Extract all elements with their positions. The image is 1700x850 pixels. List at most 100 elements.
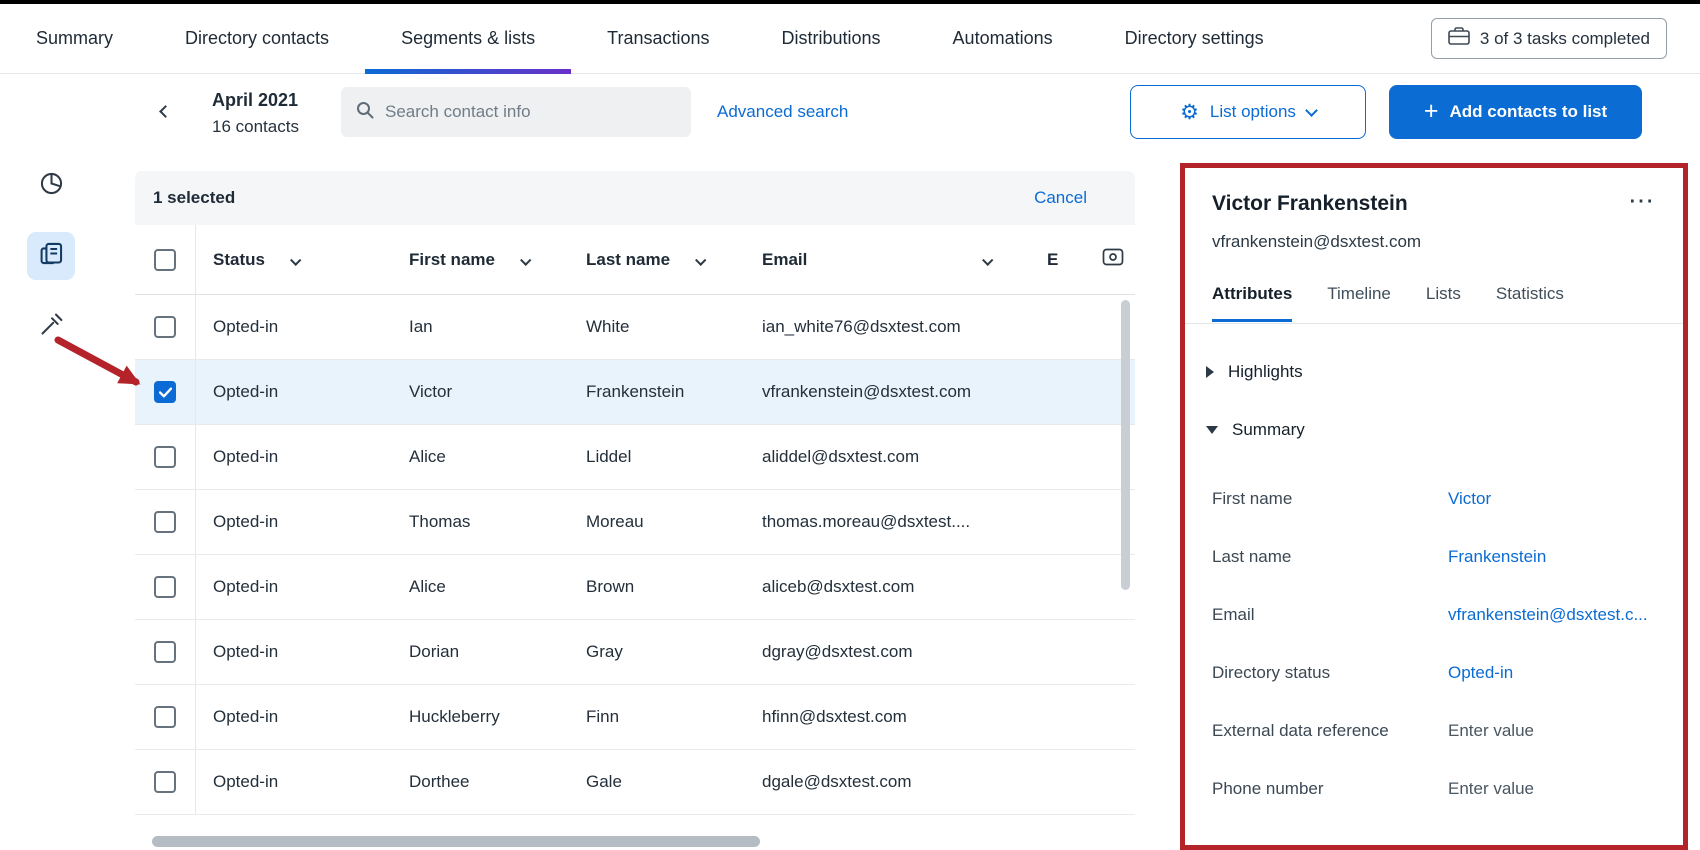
- tab-attributes[interactable]: Attributes: [1212, 284, 1292, 322]
- list-options-button[interactable]: ⚙ List options: [1130, 85, 1366, 139]
- table-row[interactable]: Opted-in Alice Brown aliceb@dsxtest.com: [135, 555, 1135, 620]
- table-row[interactable]: Opted-in Huckleberry Finn hfinn@dsxtest.…: [135, 685, 1135, 750]
- chevron-down-icon: [696, 250, 704, 270]
- row-checkbox[interactable]: [154, 576, 176, 598]
- table-row[interactable]: Opted-in Ian White ian_white76@dsxtest.c…: [135, 295, 1135, 360]
- ellipsis-menu-icon[interactable]: ⋯: [1628, 190, 1656, 210]
- column-label: Last name: [586, 250, 670, 270]
- field-value-placeholder[interactable]: Enter value: [1448, 779, 1534, 799]
- row-checkbox[interactable]: [154, 641, 176, 663]
- table-row[interactable]: Opted-in Dorthee Gale dgale@dsxtest.com: [135, 750, 1135, 815]
- field-value[interactable]: Frankenstein: [1448, 547, 1546, 567]
- field-value[interactable]: Opted-in: [1448, 663, 1513, 683]
- cell-first-name: Victor: [392, 360, 569, 424]
- row-checkbox[interactable]: [154, 771, 176, 793]
- lists-book-icon: [38, 240, 65, 272]
- sidebar-item-tools[interactable]: [27, 303, 75, 351]
- wand-icon: [38, 311, 65, 343]
- cell-email: dgale@dsxtest.com: [745, 750, 1039, 814]
- cell-first-name: Alice: [392, 425, 569, 489]
- pie-chart-icon: [38, 170, 65, 202]
- field-value-placeholder[interactable]: Enter value: [1448, 721, 1534, 741]
- row-checkbox[interactable]: [154, 316, 176, 338]
- field-value[interactable]: vfrankenstein@dsxtest.c...: [1448, 605, 1648, 625]
- tab-automations[interactable]: Automations: [917, 4, 1089, 73]
- cell-first-name: Alice: [392, 555, 569, 619]
- row-checkbox[interactable]: [154, 706, 176, 728]
- cell-last-name: Liddel: [569, 425, 745, 489]
- cell-status: Opted-in: [196, 750, 392, 814]
- back-button[interactable]: [150, 96, 180, 126]
- tab-label: Transactions: [607, 28, 709, 49]
- advanced-search-link[interactable]: Advanced search: [717, 100, 848, 124]
- cell-empty: [1039, 425, 1091, 489]
- cell-status: Opted-in: [196, 620, 392, 684]
- cell-first-name: Thomas: [392, 490, 569, 554]
- section-summary[interactable]: Summary: [1206, 420, 1656, 440]
- tab-label: Summary: [36, 28, 113, 49]
- column-label: Email: [762, 250, 807, 270]
- row-checkbox-checked[interactable]: [154, 381, 176, 403]
- tab-label: Directory contacts: [185, 28, 329, 49]
- add-contacts-button[interactable]: + Add contacts to list: [1389, 85, 1642, 139]
- field-label: Directory status: [1212, 663, 1448, 683]
- tab-summary[interactable]: Summary: [0, 4, 149, 73]
- tab-timeline[interactable]: Timeline: [1327, 284, 1391, 322]
- detail-header: Victor Frankenstein ⋯: [1212, 190, 1656, 218]
- row-checkbox[interactable]: [154, 511, 176, 533]
- cancel-selection-link[interactable]: Cancel: [1034, 188, 1087, 208]
- cell-status: Opted-in: [196, 295, 392, 359]
- cell-empty: [1039, 750, 1091, 814]
- select-all-checkbox[interactable]: [154, 249, 176, 271]
- field-label: Phone number: [1212, 779, 1448, 799]
- cell-last-name: Gray: [569, 620, 745, 684]
- field-label: First name: [1212, 489, 1448, 509]
- tab-directory-contacts[interactable]: Directory contacts: [149, 4, 365, 73]
- tab-directory-settings[interactable]: Directory settings: [1089, 4, 1300, 73]
- search-input[interactable]: [385, 102, 677, 122]
- field-value[interactable]: Victor: [1448, 489, 1491, 509]
- field-row-external-data-reference: External data reference Enter value: [1212, 702, 1656, 760]
- field-label: Email: [1212, 605, 1448, 625]
- tab-lists[interactable]: Lists: [1426, 284, 1461, 322]
- cell-status: Opted-in: [196, 490, 392, 554]
- cell-empty: [1091, 685, 1135, 749]
- detail-tabs: Attributes Timeline Lists Statistics: [1212, 284, 1656, 322]
- cell-empty: [1039, 295, 1091, 359]
- column-header-truncated[interactable]: E: [1039, 225, 1091, 294]
- sidebar-item-segments-lists[interactable]: [27, 232, 75, 280]
- table-row[interactable]: Opted-in Alice Liddel aliddel@dsxtest.co…: [135, 425, 1135, 490]
- cell-email: dgray@dsxtest.com: [745, 620, 1039, 684]
- chevron-down-icon: [983, 250, 991, 270]
- horizontal-scrollbar[interactable]: [152, 836, 760, 847]
- select-all-cell: [135, 225, 196, 294]
- column-header-status[interactable]: Status: [196, 225, 392, 294]
- left-sidebar: [0, 74, 103, 850]
- table-row[interactable]: Opted-in Dorian Gray dgray@dsxtest.com: [135, 620, 1135, 685]
- tab-distributions[interactable]: Distributions: [746, 4, 917, 73]
- column-header-email[interactable]: Email: [745, 225, 1039, 294]
- column-header-last-name[interactable]: Last name: [569, 225, 745, 294]
- list-title-block: April 2021 16 contacts: [212, 88, 299, 139]
- row-checkbox[interactable]: [154, 446, 176, 468]
- selected-count: 1 selected: [153, 188, 235, 208]
- row-checkbox-cell: [135, 750, 196, 814]
- check-icon: [159, 387, 172, 398]
- tab-statistics[interactable]: Statistics: [1496, 284, 1564, 322]
- section-label: Summary: [1232, 420, 1305, 440]
- gear-icon: ⚙: [1180, 102, 1199, 123]
- tasks-completed-button[interactable]: 3 of 3 tasks completed: [1431, 18, 1667, 59]
- vertical-scrollbar[interactable]: [1121, 300, 1130, 590]
- eye-icon[interactable]: [1101, 245, 1125, 274]
- tabs-divider: [1185, 323, 1683, 324]
- cell-first-name: Ian: [392, 295, 569, 359]
- section-highlights[interactable]: Highlights: [1206, 362, 1656, 382]
- table-row-selected[interactable]: Opted-in Victor Frankenstein vfrankenste…: [135, 360, 1135, 425]
- top-navigation: Summary Directory contacts Segments & li…: [0, 4, 1700, 74]
- tab-segments-lists[interactable]: Segments & lists: [365, 4, 571, 73]
- table-row[interactable]: Opted-in Thomas Moreau thomas.moreau@dsx…: [135, 490, 1135, 555]
- briefcase-icon: [1448, 27, 1470, 50]
- column-header-first-name[interactable]: First name: [392, 225, 569, 294]
- sidebar-item-segments-report[interactable]: [27, 162, 75, 210]
- tab-transactions[interactable]: Transactions: [571, 4, 745, 73]
